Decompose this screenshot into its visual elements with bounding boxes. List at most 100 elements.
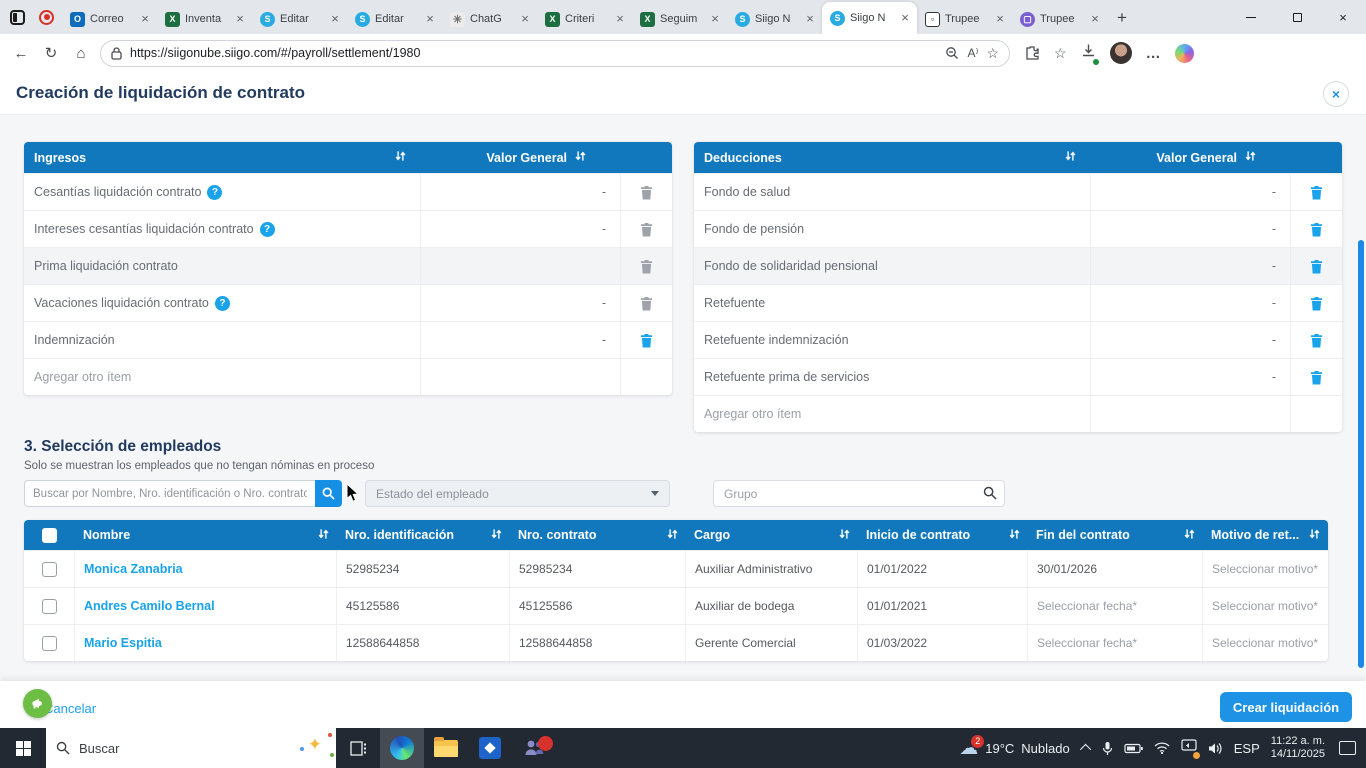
wifi-icon[interactable] (1154, 742, 1170, 754)
browser-tab[interactable]: X Seguim × (632, 4, 727, 34)
item-value-cell[interactable]: - (420, 285, 620, 321)
delete-item-button[interactable] (1290, 322, 1342, 358)
window-minimize-button[interactable] (1228, 0, 1274, 34)
tab-close-icon[interactable]: × (138, 12, 152, 26)
tab-close-icon[interactable]: × (423, 12, 437, 26)
copilot-icon[interactable] (1174, 43, 1194, 63)
browser-tab[interactable]: X Criteri × (537, 4, 632, 34)
delete-item-button[interactable] (620, 322, 672, 358)
browser-tab[interactable]: S Editar × (347, 4, 442, 34)
browser-tab[interactable]: X Inventa × (157, 4, 252, 34)
sort-icon[interactable] (395, 150, 406, 165)
tab-close-icon[interactable]: × (233, 12, 247, 26)
microphone-icon[interactable] (1102, 741, 1113, 756)
item-value-cell[interactable]: - (1090, 174, 1290, 210)
tab-close-icon[interactable]: × (1088, 12, 1102, 26)
delete-item-button[interactable] (1290, 285, 1342, 321)
tab-close-icon[interactable]: × (613, 12, 627, 26)
sort-icon[interactable] (1184, 528, 1195, 543)
sort-icon[interactable] (318, 528, 329, 543)
battery-icon[interactable] (1124, 743, 1143, 754)
task-view-button[interactable] (336, 728, 380, 768)
estado-empleado-dropdown[interactable]: Estado del empleado (365, 480, 670, 507)
new-tab-button[interactable]: + (1107, 8, 1139, 34)
modal-close-button[interactable]: × (1323, 81, 1349, 107)
zoom-out-icon[interactable] (945, 46, 959, 60)
contract-end-cell[interactable]: 30/01/2026 (1028, 551, 1203, 587)
sort-icon[interactable] (1309, 528, 1320, 543)
sort-icon[interactable] (575, 150, 586, 165)
taskbar-clock[interactable]: 11:22 a. m. 14/11/2025 (1271, 735, 1325, 762)
sort-icon[interactable] (839, 528, 850, 543)
speaker-icon[interactable] (1208, 742, 1223, 755)
delete-item-button[interactable] (1290, 248, 1342, 284)
taskbar-search-box[interactable]: Buscar ✦ (46, 728, 336, 768)
item-value-cell[interactable]: - (420, 211, 620, 247)
language-indicator[interactable]: ESP (1234, 741, 1260, 756)
browser-menu-icon[interactable]: … (1146, 45, 1161, 62)
browser-tab[interactable]: ▫ Trupee × (917, 4, 1012, 34)
sort-icon[interactable] (1065, 150, 1076, 165)
vertical-scrollbar[interactable] (1358, 240, 1364, 668)
tab-close-icon[interactable]: × (803, 12, 817, 26)
browser-tab[interactable]: S Siigo N × (727, 4, 822, 34)
taskbar-devops-button[interactable] (468, 728, 512, 768)
sort-icon[interactable] (491, 528, 502, 543)
sort-icon[interactable] (1009, 528, 1020, 543)
back-icon[interactable]: ← (6, 45, 36, 62)
home-icon[interactable]: ⌂ (66, 45, 96, 62)
favorite-star-icon[interactable]: ☆ (986, 45, 999, 62)
select-all-checkbox[interactable] (42, 527, 57, 543)
grupo-search-icon[interactable] (983, 486, 997, 500)
item-value-cell[interactable]: - (1090, 322, 1290, 358)
item-value-cell[interactable]: - (420, 322, 620, 358)
item-value-cell[interactable]: - (1090, 211, 1290, 247)
help-icon[interactable]: ? (259, 221, 275, 237)
browser-tab[interactable]: ▢ Trupee × (1012, 4, 1107, 34)
retirement-reason-cell[interactable]: Seleccionar motivo* (1203, 625, 1328, 661)
employee-checkbox[interactable] (41, 635, 57, 651)
delete-item-button[interactable] (1290, 211, 1342, 247)
delete-item-button[interactable] (1290, 359, 1342, 395)
employee-name-link[interactable]: Mario Espitia (84, 636, 162, 650)
retirement-reason-cell[interactable]: Seleccionar motivo* (1203, 551, 1328, 587)
add-item-cell[interactable]: Agregar otro ítem (694, 396, 1090, 432)
tab-close-icon[interactable]: × (993, 12, 1007, 26)
tab-close-icon[interactable]: × (518, 12, 532, 26)
item-value-cell[interactable]: - (1090, 359, 1290, 395)
contract-end-cell[interactable]: Seleccionar fecha* (1028, 625, 1203, 661)
employee-search-button[interactable] (315, 480, 342, 507)
notification-center-icon[interactable] (1339, 741, 1356, 755)
cast-status[interactable] (1181, 739, 1200, 759)
read-aloud-icon[interactable]: A⁾ (967, 46, 978, 60)
refresh-icon[interactable]: ↻ (36, 44, 66, 62)
create-settlement-button[interactable]: Crear liquidación (1220, 692, 1352, 722)
employee-checkbox[interactable] (41, 598, 57, 614)
tab-close-icon[interactable]: × (708, 12, 722, 26)
announcement-badge[interactable] (23, 689, 52, 718)
delete-item-button[interactable] (1290, 174, 1342, 210)
url-text[interactable]: https://siigonube.siigo.com/#/payroll/se… (130, 46, 937, 60)
browser-tab[interactable]: S Editar × (252, 4, 347, 34)
delete-item-button[interactable] (620, 211, 672, 247)
start-button[interactable] (0, 728, 46, 768)
tab-workspaces-icon[interactable] (10, 9, 25, 25)
item-value-cell[interactable]: - (1090, 285, 1290, 321)
favorites-hub-icon[interactable]: ☆ (1054, 45, 1067, 62)
extensions-icon[interactable] (1024, 45, 1040, 61)
delete-item-button[interactable] (620, 285, 672, 321)
tray-expand-icon[interactable] (1079, 743, 1091, 756)
delete-item-button[interactable] (620, 174, 672, 210)
item-value-cell[interactable] (420, 248, 620, 284)
taskbar-explorer-button[interactable] (424, 728, 468, 768)
taskbar-edge-button[interactable] (380, 728, 424, 768)
browser-tab[interactable]: ✳ ChatG × (442, 4, 537, 34)
taskbar-weather[interactable]: ☁ 2 19°C Nublado (959, 734, 1070, 758)
help-icon[interactable]: ? (214, 295, 230, 311)
tab-close-icon[interactable]: × (898, 11, 912, 25)
sort-icon[interactable] (667, 528, 678, 543)
grupo-search-input[interactable] (713, 480, 1005, 507)
retirement-reason-cell[interactable]: Seleccionar motivo* (1203, 588, 1328, 624)
contract-end-cell[interactable]: Seleccionar fecha* (1028, 588, 1203, 624)
add-item-cell[interactable]: Agregar otro ítem (24, 359, 420, 395)
